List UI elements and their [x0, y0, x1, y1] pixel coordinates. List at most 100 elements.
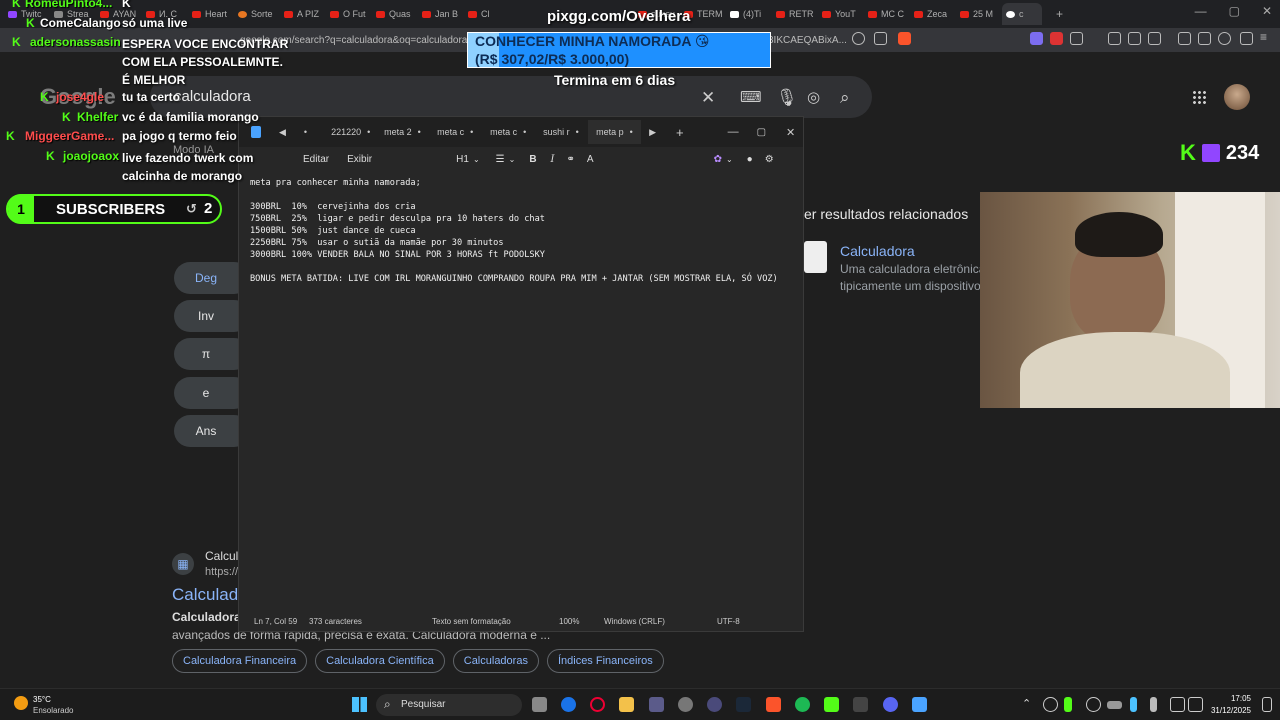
line-ending[interactable]: Windows (CRLF)	[604, 617, 665, 626]
browser-tab[interactable]: Jan B	[418, 3, 464, 25]
wallet-icon[interactable]	[1198, 32, 1211, 45]
browser-tab-active[interactable]: c	[1002, 3, 1042, 25]
result-site-name[interactable]: Calcul	[205, 549, 238, 563]
puzzle-icon[interactable]	[1128, 32, 1141, 45]
chip-calculadora-financeira[interactable]: Calculadora Financeira	[172, 649, 308, 673]
notepad-tab[interactable]: 221220 •	[323, 127, 376, 137]
chip-calculadoras[interactable]: Calculadoras	[452, 649, 539, 673]
share-icon[interactable]	[874, 32, 887, 45]
network-icon[interactable]	[1170, 697, 1185, 712]
extension-icon[interactable]	[1050, 32, 1063, 45]
lens-icon[interactable]: ◎	[807, 88, 820, 106]
spotify-icon[interactable]	[795, 697, 810, 712]
bold-icon[interactable]: B	[529, 154, 536, 165]
zoom-icon[interactable]	[852, 32, 865, 45]
encoding[interactable]: UTF-8	[717, 617, 740, 626]
maximize-icon[interactable]: ▢	[1229, 4, 1240, 18]
browser-tab[interactable]: MC C	[864, 3, 910, 25]
list-icon[interactable]: ☰	[496, 154, 505, 165]
vpn-icon[interactable]	[1218, 32, 1231, 45]
browser-tab[interactable]: Zeca	[910, 3, 956, 25]
tray-icon[interactable]	[1043, 697, 1058, 712]
kick-icon[interactable]	[824, 697, 839, 712]
minimize-icon[interactable]: —	[728, 126, 739, 138]
file-explorer-icon[interactable]	[619, 697, 634, 712]
microphone-icon[interactable]	[1150, 697, 1157, 712]
sidebar-icon[interactable]	[1148, 32, 1161, 45]
close-icon[interactable]: ✕	[786, 126, 795, 139]
account-icon[interactable]: ●	[747, 154, 753, 165]
chrome-icon[interactable]	[561, 697, 576, 712]
opera-icon[interactable]	[590, 697, 605, 712]
browser-tab[interactable]: (4)Ti	[726, 3, 772, 25]
tray-chevron-icon[interactable]: ⌃	[1022, 697, 1031, 710]
browser-tab[interactable]: RETR	[772, 3, 818, 25]
menu-exibir[interactable]: Exibir	[347, 154, 372, 165]
notepad-tab[interactable]: meta 2 •	[376, 127, 429, 137]
tray-icon[interactable]	[1064, 697, 1072, 712]
avatar[interactable]	[1224, 84, 1250, 110]
settings-gear-icon[interactable]: ⚙	[765, 154, 774, 165]
app-icon[interactable]	[707, 697, 722, 712]
steam-icon[interactable]	[736, 697, 751, 712]
brave-shield-icon[interactable]	[898, 32, 911, 45]
maximize-icon[interactable]: ▢	[757, 127, 766, 138]
new-tab-icon[interactable]: +	[676, 125, 684, 140]
chip-indices-financeiros[interactable]: Índices Financeiros	[546, 649, 664, 673]
menu-editar[interactable]: Editar	[303, 154, 329, 165]
discord-icon[interactable]	[883, 697, 898, 712]
notepad-taskbar-icon[interactable]	[912, 697, 927, 712]
notification-icon[interactable]	[1262, 697, 1272, 712]
browser-tab[interactable]: Quas	[372, 3, 418, 25]
bluetooth-icon[interactable]	[1130, 697, 1137, 712]
google-apps-icon[interactable]	[1192, 90, 1206, 104]
browser-tab[interactable]: YouT	[818, 3, 864, 25]
notepad-editor[interactable]: meta pra conhecer minha namorada; 300BRL…	[250, 177, 778, 285]
search-icon[interactable]: ⌕	[840, 88, 850, 108]
chip-calculadora-cientifica[interactable]: Calculadora Científica	[315, 649, 445, 673]
tab-scroll-right-icon[interactable]: ▶	[649, 127, 656, 138]
heading-dropdown[interactable]: H1	[456, 154, 469, 165]
extension-icon[interactable]	[1108, 32, 1121, 45]
volume-icon[interactable]	[1188, 697, 1203, 712]
clear-search-icon[interactable]: ✕	[701, 88, 715, 108]
tray-icon[interactable]	[1107, 701, 1122, 709]
windows-start-icon[interactable]	[352, 697, 367, 712]
related-title-link[interactable]: Calculadora	[840, 243, 915, 259]
app-icon[interactable]	[649, 697, 664, 712]
clock-date[interactable]: 31/12/2025	[1204, 706, 1251, 715]
tray-icon[interactable]	[1086, 697, 1101, 712]
result-title-link[interactable]: Calculad	[172, 585, 238, 605]
extension-icon[interactable]	[1070, 32, 1083, 45]
weather-icon[interactable]	[14, 696, 28, 710]
keyboard-icon[interactable]: ⌨	[740, 88, 762, 106]
microphone-icon[interactable]: 🎙	[776, 88, 798, 108]
new-tab-icon[interactable]: +	[1056, 7, 1063, 21]
close-icon[interactable]: ✕	[1262, 4, 1272, 18]
browser-tab[interactable]: 25 M	[956, 3, 1002, 25]
download-icon[interactable]	[1240, 32, 1253, 45]
app-icon[interactable]	[853, 697, 868, 712]
weather-desc[interactable]: Ensolarado	[33, 706, 73, 715]
taskbar-search[interactable]: ⌕ Pesquisar	[376, 694, 522, 716]
task-view-icon[interactable]	[532, 697, 547, 712]
panel-icon[interactable]	[1178, 32, 1191, 45]
clock-time[interactable]: 17:05	[1204, 694, 1251, 703]
extension-icon[interactable]	[1030, 32, 1043, 45]
minimize-icon[interactable]: —	[1195, 4, 1207, 18]
browser-tab[interactable]: Cl	[464, 3, 510, 25]
menu-icon[interactable]: ≡	[1260, 31, 1273, 45]
copilot-icon[interactable]: ✿	[714, 154, 722, 165]
notepad-tab-active[interactable]: meta p •	[588, 120, 642, 144]
notepad-tab[interactable]: meta c •	[429, 127, 482, 137]
link-icon[interactable]: ⚭	[567, 154, 575, 165]
weather-temp[interactable]: 35°C	[33, 695, 51, 704]
brave-icon[interactable]	[766, 697, 781, 712]
app-icon[interactable]	[678, 697, 693, 712]
notepad-tab[interactable]: meta c •	[482, 127, 535, 137]
clear-format-icon[interactable]: A	[587, 154, 594, 165]
zoom-level[interactable]: 100%	[559, 617, 579, 626]
notepad-tab[interactable]: sushi r •	[535, 127, 588, 137]
browser-tab[interactable]: O Fut	[326, 3, 372, 25]
italic-icon[interactable]: I	[551, 154, 555, 165]
